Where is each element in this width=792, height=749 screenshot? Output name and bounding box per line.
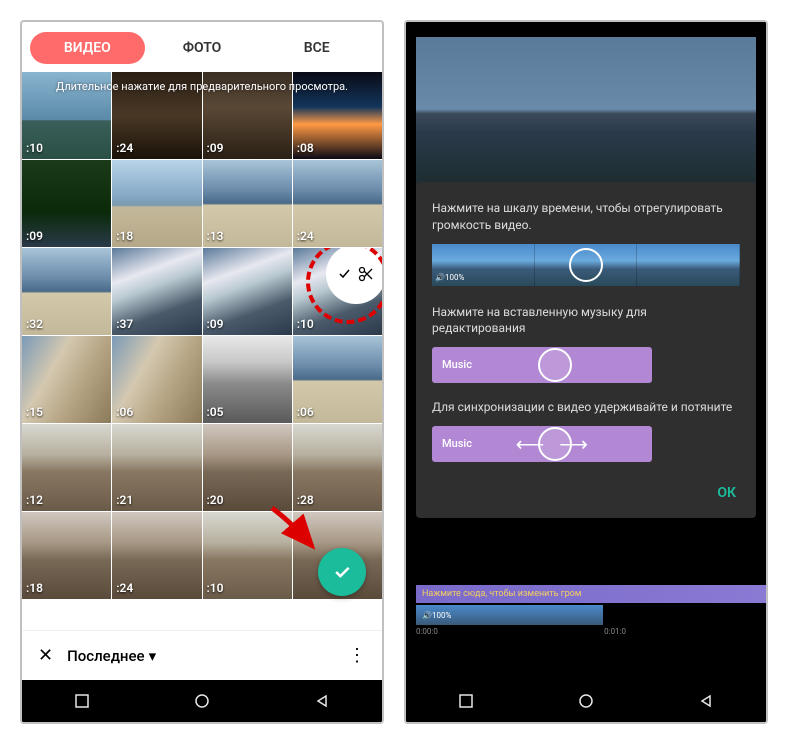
media-cell[interactable]: :06 <box>293 336 382 423</box>
android-nav <box>406 680 766 722</box>
android-nav <box>22 680 382 722</box>
media-cell[interactable]: :12 <box>22 424 111 511</box>
check-icon[interactable] <box>338 267 352 281</box>
duration-label: :12 <box>26 493 43 507</box>
media-cell[interactable]: :09 <box>22 160 111 247</box>
duration-label: :10 <box>207 581 224 595</box>
music-stripe[interactable]: Нажмите сюда, чтобы изменить гром <box>416 585 766 603</box>
duration-label: :09 <box>26 229 43 243</box>
media-cell[interactable]: :18 <box>112 160 201 247</box>
video-stripe[interactable]: 🔊 100% <box>416 605 603 625</box>
duration-label: :08 <box>297 141 314 155</box>
tip-volume: Нажмите на шкалу времени, чтобы отрегули… <box>432 200 740 234</box>
check-icon <box>332 562 352 582</box>
nav-home-icon[interactable] <box>195 694 209 708</box>
duration-label: :09 <box>207 317 224 331</box>
duration-label: :10 <box>26 141 43 155</box>
handle-icon <box>538 427 572 461</box>
duration-label: :24 <box>116 581 133 595</box>
volume-label: 🔊100% <box>435 272 464 283</box>
duration-label: :37 <box>116 317 133 331</box>
duration-label: :15 <box>26 405 43 419</box>
nav-recents-icon[interactable] <box>459 694 473 708</box>
bottom-timeline: Нажмите сюда, чтобы изменить гром 🔊 100%… <box>416 585 766 636</box>
media-cell[interactable]: :21 <box>112 424 201 511</box>
chevron-down-icon: ▾ <box>149 647 157 665</box>
bottom-bar: ✕ Последнее ▾ ⋮ <box>22 630 382 680</box>
selection-actions <box>326 248 382 304</box>
media-grid: :10 :24 :09 :08 :09 :18 :13 :24 :32 :37 :09 :10 :15… <box>22 72 382 630</box>
media-cell[interactable]: :32 <box>22 248 111 335</box>
ok-button[interactable]: ОК <box>432 478 740 506</box>
duration-label: :06 <box>297 405 314 419</box>
duration-label: :32 <box>26 317 43 331</box>
help-dialog: Нажмите на шкалу времени, чтобы отрегули… <box>416 182 756 518</box>
tab-photo[interactable]: ФОТО <box>145 32 260 64</box>
media-cell[interactable]: :15 <box>22 336 111 423</box>
duration-label: :06 <box>116 405 133 419</box>
duration-label: :18 <box>116 229 133 243</box>
gallery-screen: ВИДЕО ФОТО ВСЕ Длительное нажатие для пр… <box>22 22 382 680</box>
duration-label: :21 <box>116 493 133 507</box>
media-cell[interactable]: :10 <box>293 248 382 335</box>
media-cell[interactable]: :37 <box>112 248 201 335</box>
more-menu[interactable]: ⋮ <box>348 645 366 666</box>
media-cell[interactable]: :18 <box>22 512 111 599</box>
duration-label: :10 <box>297 317 314 331</box>
tab-video[interactable]: ВИДЕО <box>30 32 145 64</box>
video-timeline[interactable]: 🔊100% <box>432 244 740 286</box>
nav-back-icon[interactable] <box>315 694 329 708</box>
video-preview[interactable] <box>416 37 756 197</box>
phone-right: Нажмите на шкалу времени, чтобы отрегули… <box>404 20 768 724</box>
nav-recents-icon[interactable] <box>75 694 89 708</box>
media-cell[interactable]: :20 <box>203 424 292 511</box>
duration-label: :24 <box>116 141 133 155</box>
music-track-sync[interactable]: Music ⟵ ⟶ <box>432 426 652 462</box>
duration-label: :09 <box>207 141 224 155</box>
duration-label: :18 <box>26 581 43 595</box>
media-cell[interactable]: :24 <box>112 512 201 599</box>
media-cell[interactable]: :13 <box>203 160 292 247</box>
tip-music-sync: Для синхронизации с видео удерживайте и … <box>432 399 740 416</box>
media-cell[interactable]: :28 <box>293 424 382 511</box>
nav-back-icon[interactable] <box>699 694 713 708</box>
tab-all[interactable]: ВСЕ <box>259 32 374 64</box>
duration-label: :20 <box>207 493 224 507</box>
nav-home-icon[interactable] <box>579 694 593 708</box>
music-label: Music <box>442 436 472 451</box>
media-cell[interactable]: :10 <box>203 512 292 599</box>
tip-music-edit: Нажмите на вставленную музыку для редакт… <box>432 304 740 338</box>
music-label: Music <box>442 357 472 372</box>
duration-label: :24 <box>297 229 314 243</box>
album-dropdown[interactable]: Последнее ▾ <box>67 647 156 665</box>
longpress-hint: Длительное нажатие для предварительного … <box>22 80 382 93</box>
playhead-icon <box>569 248 603 282</box>
duration-label: :13 <box>207 229 224 243</box>
duration-label: :28 <box>297 493 314 507</box>
media-cell[interactable]: :24 <box>293 160 382 247</box>
phone-left: ВИДЕО ФОТО ВСЕ Длительное нажатие для пр… <box>20 20 384 724</box>
media-cell[interactable]: :05 <box>203 336 292 423</box>
dropdown-label: Последнее <box>67 647 144 665</box>
confirm-button[interactable] <box>318 548 366 596</box>
close-button[interactable]: ✕ <box>38 645 53 666</box>
scissors-icon[interactable] <box>358 266 374 282</box>
media-cell[interactable]: :09 <box>203 248 292 335</box>
media-tabs: ВИДЕО ФОТО ВСЕ <box>22 22 382 72</box>
editor-screen: Нажмите на шкалу времени, чтобы отрегули… <box>406 22 766 680</box>
time-marks: 0:00:00:01:0 <box>416 625 626 636</box>
media-cell[interactable]: :06 <box>112 336 201 423</box>
handle-icon <box>538 348 572 382</box>
duration-label: :05 <box>207 405 224 419</box>
music-track-edit[interactable]: Music <box>432 347 652 383</box>
